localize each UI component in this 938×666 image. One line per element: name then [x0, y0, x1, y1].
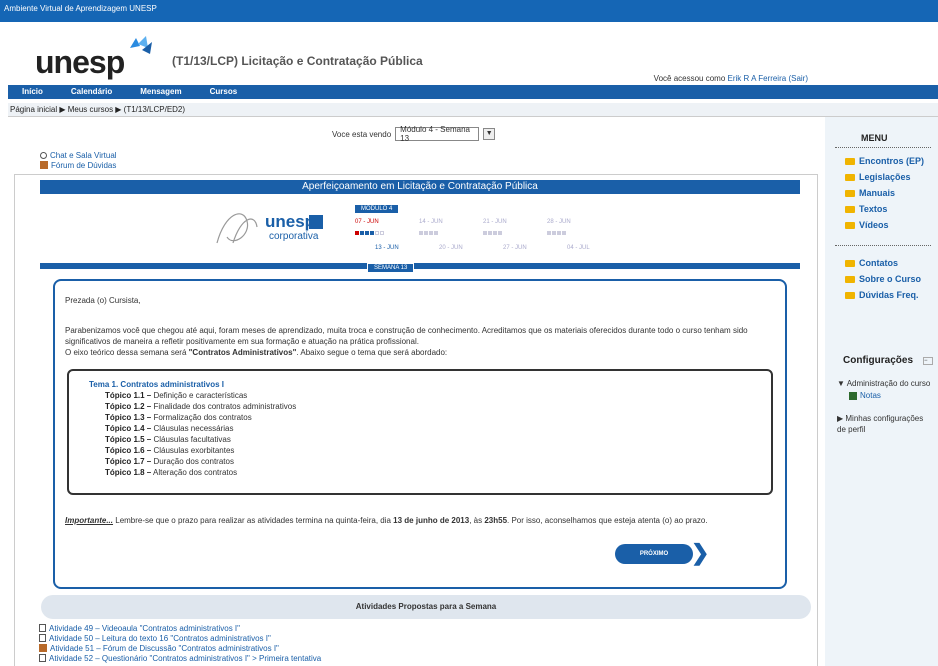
topic-item: Tópico 1.8 – Alteração dos contratos [105, 468, 238, 477]
modulo-tab: MÓDULO 4 [355, 205, 399, 213]
folder-icon [845, 291, 855, 299]
chevron-right-icon[interactable]: ❯ [691, 541, 709, 565]
user-info: Você acessou como Erik R A Ferreira (Sai… [653, 74, 808, 83]
topic-item: Tópico 1.6 – Cláusulas exorbitantes [105, 446, 235, 455]
section-selector: Voce esta vendo Módulo 4 - Semana 13 ▼ [332, 125, 496, 143]
semana-bar [40, 263, 800, 269]
config-title: Configurações [843, 355, 914, 366]
grades-icon [849, 391, 857, 400]
paragraph-1: Parabenizamos você que chegou até aqui, … [65, 326, 748, 346]
course-title: (T1/13/LCP) Licitação e Contratação Públ… [172, 54, 423, 68]
nav-mensagem[interactable]: Mensagem [126, 85, 195, 99]
top-bar: Ambiente Virtual de Aprendizagem UNESP [0, 0, 938, 22]
week-timeline: 07 - JUN 13 - JUN 14 - JUN 20 - JUN 21 -… [355, 219, 615, 259]
forum-link-row[interactable]: Fórum de Dúvidas [40, 160, 117, 170]
corp-sub-text: corporativa [269, 231, 319, 242]
triangle-down-icon: ▼ [837, 379, 845, 388]
paragraph-2: O eixo teórico dessa semana será "Contra… [65, 348, 448, 357]
right-sidebar: MENU Encontros (EP) Legislações Manuais … [825, 117, 938, 666]
nav-cursos[interactable]: Cursos [196, 85, 252, 99]
quiz-icon [39, 654, 46, 662]
menu-title: MENU [861, 133, 888, 143]
folder-icon [845, 173, 855, 181]
activities-title: Atividades Propostas para a Semana [41, 595, 811, 619]
topic-item: Tópico 1.7 – Duração dos contratos [105, 457, 234, 466]
week-2: 14 - JUN 20 - JUN [419, 219, 463, 251]
user-name-link[interactable]: Erik R A Ferreira [728, 74, 787, 83]
menu-contatos[interactable]: Contatos [845, 258, 898, 268]
activities-list: Atividade 49 – Videoaula "Contratos admi… [39, 623, 321, 663]
admin-course[interactable]: ▼ Administração do curso [837, 379, 930, 388]
list-item[interactable]: Atividade 52 – Questionário "Contratos a… [39, 653, 321, 663]
divider [835, 147, 931, 148]
forum-link[interactable]: Fórum de Dúvidas [51, 161, 116, 170]
menu-encontros[interactable]: Encontros (EP) [845, 156, 924, 166]
profile-settings[interactable]: ▶ Minhas configurações de perfil [837, 413, 933, 435]
folder-icon [845, 275, 855, 283]
week-4: 28 - JUN 04 - JUL [547, 219, 590, 251]
menu-textos[interactable]: Textos [845, 204, 887, 214]
header: unesp (T1/13/LCP) Licitação e Contrataçã… [0, 22, 938, 83]
menu-videos[interactable]: Vídeos [845, 220, 889, 230]
breadcrumb[interactable]: Página inicial ▶ Meus cursos ▶ (T1/13/LC… [8, 103, 938, 117]
list-item[interactable]: Atividade 51 – Fórum de Discussão "Contr… [39, 643, 321, 653]
menu-duvidas[interactable]: Dúvidas Freq. [845, 290, 919, 300]
week-1: 07 - JUN 13 - JUN [355, 219, 399, 251]
menu-legislacoes[interactable]: Legislações [845, 172, 911, 182]
semana-tab: SEMANA 13 [367, 263, 415, 273]
week-3: 21 - JUN 27 - JUN [483, 219, 527, 251]
topic-title: Tema 1. Contratos administrativos I [89, 380, 224, 389]
chat-link-row[interactable]: Chat e Sala Virtual [40, 150, 117, 160]
banner-title: Aperfeiçoamento em Licitação e Contrataç… [40, 180, 800, 194]
topic-item: Tópico 1.5 – Cláusulas facultativas [105, 435, 231, 444]
logo-burst-icon [130, 36, 152, 54]
next-button[interactable]: PRÓXIMO [615, 544, 693, 564]
unesp-corporativa-logo: unesp corporativa [216, 212, 323, 244]
list-item[interactable]: Atividade 49 – Videoaula "Contratos admi… [39, 623, 321, 633]
folder-icon [845, 205, 855, 213]
section-select[interactable]: Módulo 4 - Semana 13 [395, 125, 480, 143]
notas-item[interactable]: Notas [849, 391, 881, 400]
chevron-down-icon[interactable]: ▼ [483, 128, 496, 140]
divider [835, 245, 931, 246]
greeting: Prezada (o) Cursista, [65, 296, 141, 305]
corp-unesp-text: unesp [265, 212, 315, 231]
unesp-logo[interactable]: unesp [35, 44, 125, 81]
forum-icon [40, 161, 48, 169]
site-title: Ambiente Virtual de Aprendizagem UNESP [4, 4, 157, 13]
chat-link[interactable]: Chat e Sala Virtual [50, 151, 117, 160]
topic-item: Tópico 1.3 – Formalização dos contratos [105, 413, 252, 422]
document-icon [39, 624, 46, 632]
main-content: Aperfeiçoamento em Licitação e Contrataç… [14, 174, 818, 666]
topic-item: Tópico 1.1 – Definição e características [105, 391, 248, 400]
folder-icon [845, 189, 855, 197]
folder-icon [845, 157, 855, 165]
folder-icon [845, 259, 855, 267]
document-icon [39, 634, 46, 642]
menu-sobre[interactable]: Sobre o Curso [845, 274, 921, 284]
selector-label: Voce esta vendo [332, 129, 392, 139]
list-item[interactable]: Atividade 50 – Leitura do texto 16 "Cont… [39, 633, 321, 643]
menu-manuais[interactable]: Manuais [845, 188, 895, 198]
left-links: Chat e Sala Virtual Fórum de Dúvidas [40, 150, 117, 170]
collapse-icon[interactable]: − [923, 357, 933, 365]
folder-icon [845, 221, 855, 229]
topic-item: Tópico 1.4 – Cláusulas necessárias [105, 424, 234, 433]
forum-icon [39, 644, 47, 652]
chat-icon [40, 151, 47, 159]
nav-calendario[interactable]: Calendário [57, 85, 126, 99]
nav-inicio[interactable]: Início [8, 85, 57, 99]
logout-link[interactable]: (Sair) [788, 74, 808, 83]
nav-bar: Início Calendário Mensagem Cursos [8, 85, 938, 99]
message-box: Prezada (o) Cursista, Parabenizamos você… [53, 279, 787, 589]
important-note: Importante... Lembre-se que o prazo para… [65, 516, 708, 525]
topic-box: Tema 1. Contratos administrativos I Tópi… [67, 369, 773, 495]
triangle-right-icon: ▶ [837, 414, 844, 423]
topic-item: Tópico 1.2 – Finalidade dos contratos ad… [105, 402, 297, 411]
